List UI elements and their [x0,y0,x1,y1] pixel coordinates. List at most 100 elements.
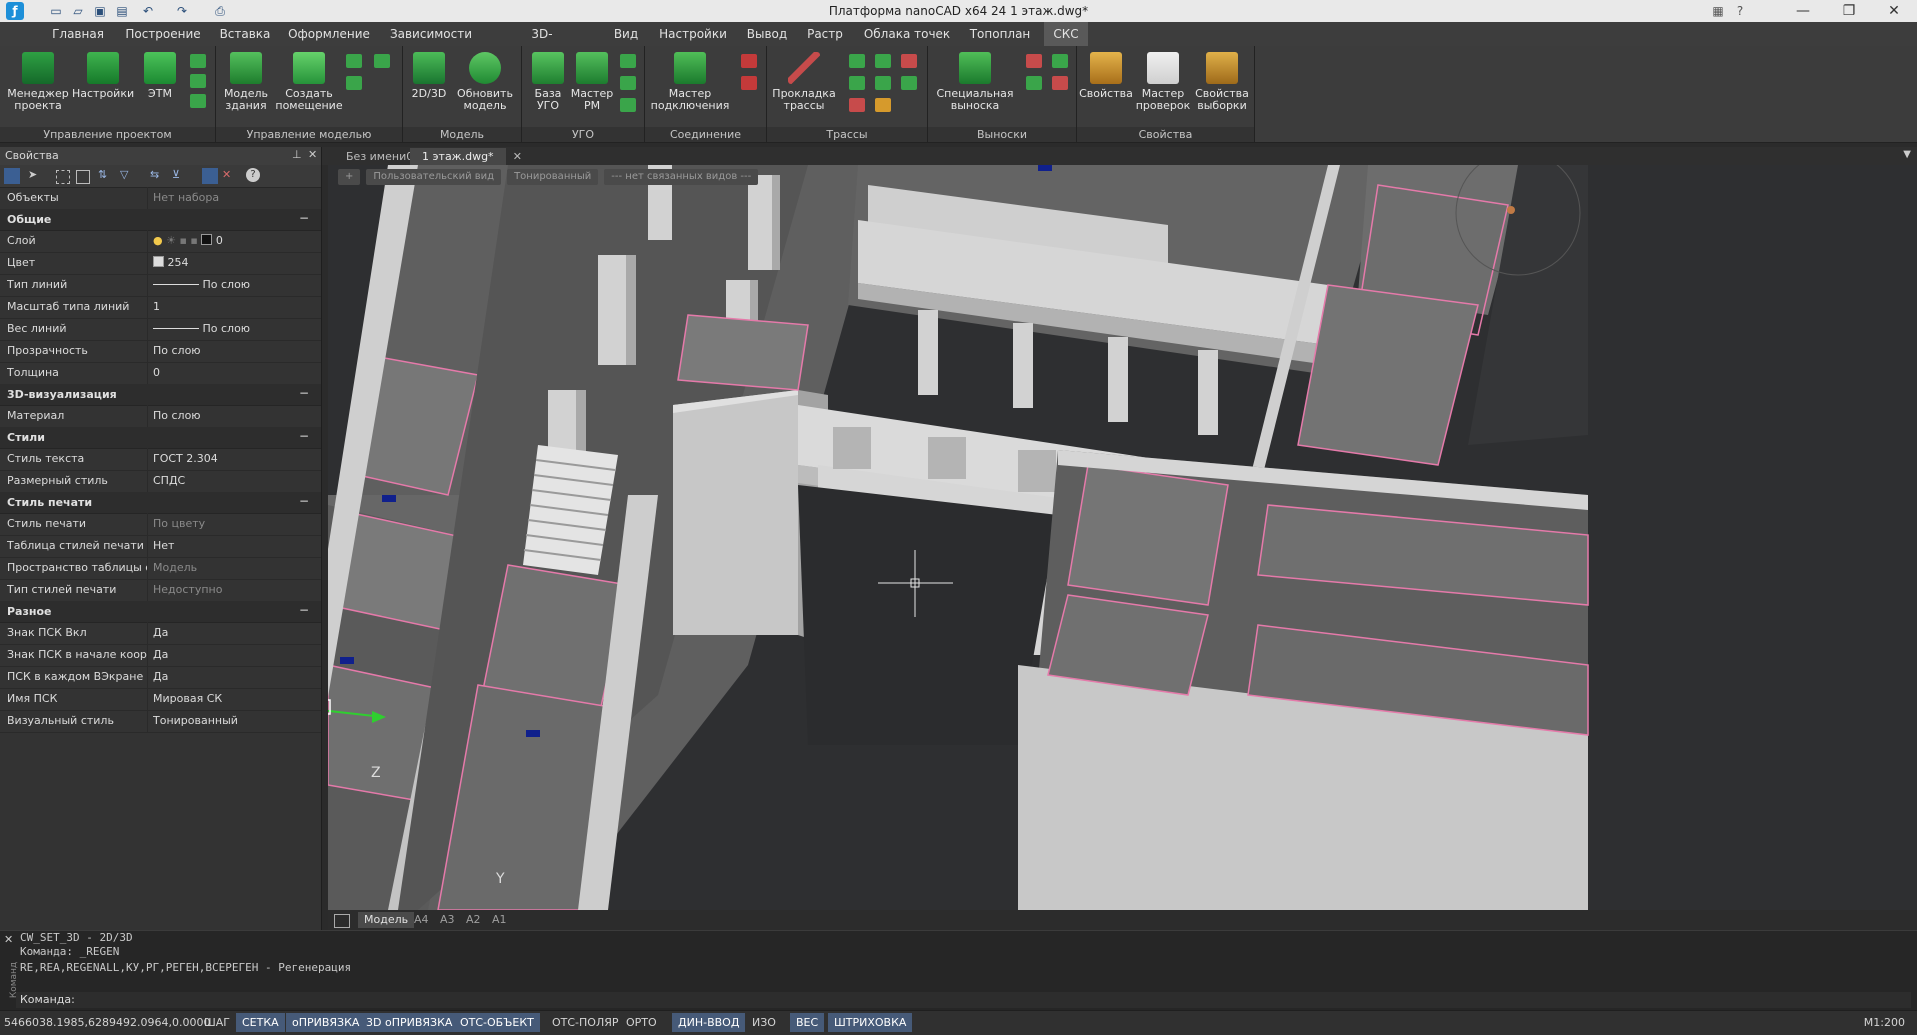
help-circle-icon[interactable]: ? [246,168,260,182]
maximize-button[interactable]: ❐ [1826,0,1872,22]
ugo-database-button[interactable]: База УГО [528,52,568,112]
property-row[interactable]: Вес линий По слою [0,318,321,341]
tab-sks[interactable]: СКС [1044,22,1088,46]
create-room-button[interactable]: Создать помещение [272,52,346,112]
property-row[interactable]: Визуальный стиль Тонированный [0,710,321,733]
small-route-icon-6[interactable] [901,76,917,90]
quick-select-icon[interactable] [56,170,70,184]
deselect-icon[interactable]: ✕ [222,168,231,181]
special-callout-button[interactable]: Специальная выноска [932,52,1018,112]
property-row[interactable]: Материал По слою [0,405,321,428]
status-toggle[interactable]: ШАГ [198,1013,236,1032]
tab-topoplan[interactable]: Топоплан [964,22,1036,46]
property-row[interactable]: Масштаб типа линий 1 [0,296,321,319]
small-route-icon-7[interactable] [849,98,865,112]
small-stack-icon-3[interactable] [190,94,206,108]
tab-raster[interactable]: Растр [802,22,848,46]
pointer-icon[interactable]: ➤ [28,168,44,184]
layout-tab-a1[interactable]: A1 [486,912,513,928]
small-connect-icon[interactable] [741,54,757,68]
tab-settings[interactable]: Настройки [656,22,730,46]
collapse-icon[interactable]: − [299,386,309,400]
close-button[interactable]: ✕ [1871,0,1917,22]
filter-funnel-icon[interactable]: ▽ [120,168,128,181]
collapse-icon[interactable]: − [299,603,309,617]
layout-tab-a4[interactable]: A4 [408,912,435,928]
tab-output[interactable]: Вывод [744,22,790,46]
property-row[interactable]: Тип стилей печати Недоступно [0,579,321,602]
update-model-button[interactable]: Обновить модель [453,52,517,112]
status-toggle[interactable]: ОРТО [620,1013,663,1032]
layout-tab-a2[interactable]: A2 [460,912,487,928]
collapse-icon[interactable]: − [299,494,309,508]
property-row[interactable]: Тип линий По слою [0,274,321,297]
small-tool-icon[interactable] [346,54,362,68]
small-socket-icon[interactable] [620,76,636,90]
status-toggle[interactable]: ОТС-ОБЪЕКТ [454,1013,540,1032]
close-panel-icon[interactable]: ✕ [308,148,317,161]
undo-icon[interactable]: ↶ [140,3,156,19]
filter-icon[interactable]: ⇅ [98,168,107,181]
connection-wizard-button[interactable]: Мастер подключения [649,52,731,112]
tab-insert[interactable]: Вставка [216,22,274,46]
open-file-icon[interactable]: ▱ [70,3,86,19]
close-command-icon[interactable]: ✕ [4,933,13,946]
new-file-icon[interactable]: ▭ [48,3,64,19]
doc-tab-unnamed[interactable]: Без имени0 [342,148,417,165]
status-toggle[interactable]: ВЕС [790,1013,825,1032]
tab-view[interactable]: Вид [606,22,646,46]
drawing-viewport[interactable]: + Пользовательский вид Тонированный --- … [328,165,1917,910]
property-row[interactable]: Имя ПСК Мировая СК [0,688,321,711]
property-row[interactable]: ПСК в каждом ВЭкране Да [0,666,321,689]
close-tab-icon[interactable]: ✕ [513,148,522,165]
toggle-2d3d-button[interactable]: 2D/3D [407,52,451,100]
tab-point-clouds[interactable]: Облака точек [862,22,952,46]
small-callout-icon-4[interactable] [1052,76,1068,90]
property-row[interactable]: Знак ПСК в начале коор... Да [0,644,321,667]
layer-filter-icon[interactable]: ⇆ [150,168,159,181]
small-route-icon-8[interactable] [875,98,891,112]
filter-clear-icon[interactable]: ⊻ [172,168,180,181]
property-row[interactable]: Размерный стиль СПДС [0,470,321,493]
small-chart-icon[interactable] [374,54,390,68]
select-similar-icon[interactable] [76,170,90,184]
visual-style-button[interactable]: Тонированный [507,169,599,185]
selection-properties-button[interactable]: Свойства выборки [1193,52,1251,112]
property-row[interactable]: Стиль печати По цвету [0,513,321,536]
tab-main[interactable]: Главная [48,22,108,46]
redo-icon[interactable]: ↷ [174,3,190,19]
small-callout-icon-1[interactable] [1026,54,1042,68]
workplace-wizard-button[interactable]: Мастер РМ [570,52,614,112]
property-row[interactable]: Цвет 254 [0,252,321,275]
small-callout-icon-2[interactable] [1052,54,1068,68]
annotation-scale[interactable]: M1:200 [1864,1016,1905,1029]
properties-button[interactable]: Свойства [1079,52,1133,100]
small-disconnect-icon[interactable] [741,76,757,90]
project-manager-button[interactable]: Менеджер проекта [6,52,70,112]
linked-views-button[interactable]: --- нет связанных видов --- [604,169,759,185]
command-prompt-row[interactable]: Команда: [16,992,1911,1008]
tabs-overflow-icon[interactable]: ▼ [1903,149,1911,160]
tab-constraints[interactable]: Зависимости [386,22,476,46]
objects-row[interactable]: Объекты Нет набора [0,187,321,210]
settings-button[interactable]: Настройки [72,52,134,100]
small-stack-icon[interactable] [190,54,206,68]
property-row[interactable]: Стиль текста ГОСТ 2.304 [0,448,321,471]
viewport-menu-button[interactable]: + [338,169,361,185]
property-section-header[interactable]: Разное − [0,601,321,623]
status-toggle[interactable]: СЕТКА [236,1013,285,1032]
small-route-icon-2[interactable] [875,54,891,68]
property-row[interactable]: Слой ● ☀ ▪ ▪ 0 [0,230,321,253]
property-section-header[interactable]: 3D-визуализация − [0,384,321,406]
small-stack-icon-2[interactable] [190,74,206,88]
tab-3d-tools[interactable]: 3D-инструменты [490,22,594,65]
small-wire-icon[interactable] [620,98,636,112]
toggle-pickadd-icon[interactable] [202,168,218,184]
layout-tab-model[interactable]: Модель [358,912,415,928]
status-toggle[interactable]: ОТС-ПОЛЯР [546,1013,625,1032]
property-row[interactable]: Толщина 0 [0,362,321,385]
layout-tab-a3[interactable]: A3 [434,912,461,928]
property-section-header[interactable]: Стиль печати − [0,492,321,514]
minimize-button[interactable]: — [1780,0,1826,22]
doc-tab-current[interactable]: 1 этаж.dwg* ✕ [410,148,522,165]
